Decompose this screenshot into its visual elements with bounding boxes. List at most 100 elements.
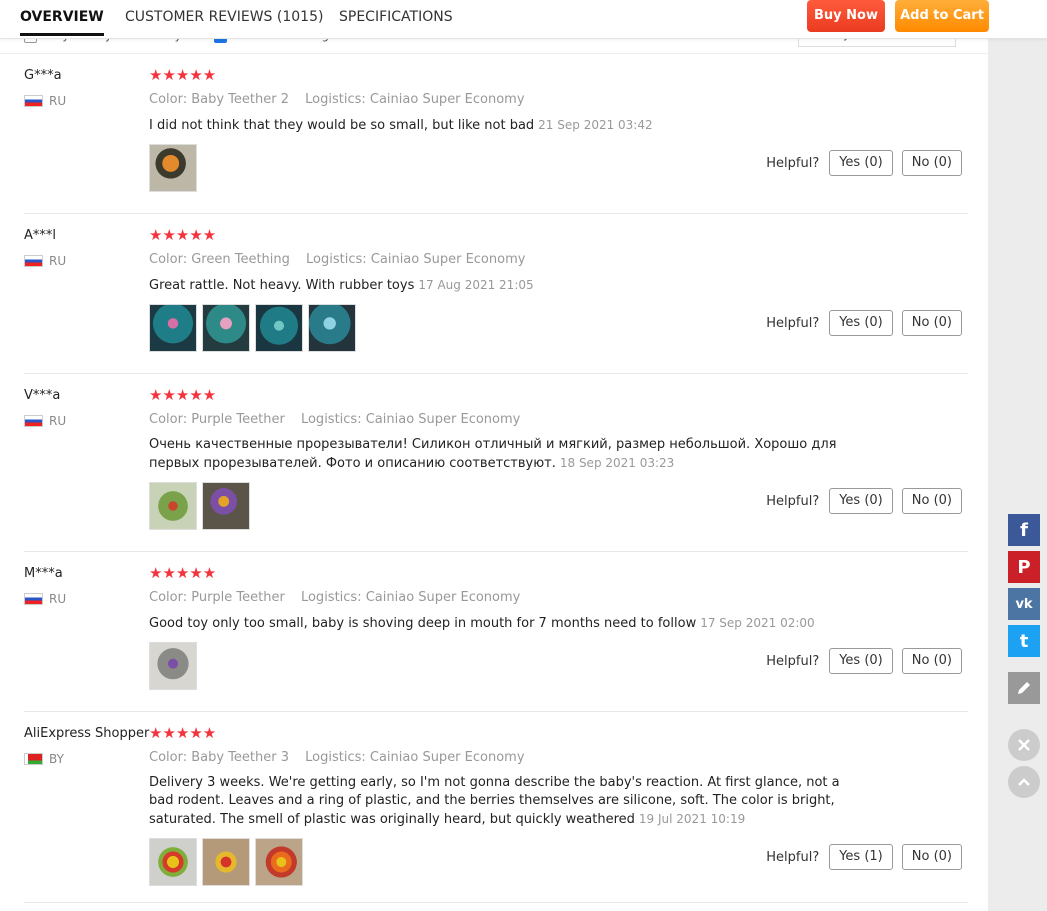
review-photos [149,838,303,886]
review-photo[interactable] [149,642,197,690]
review-photo[interactable] [255,838,303,886]
close-button[interactable] [1008,729,1040,761]
tab-overview[interactable]: OVERVIEW [20,0,104,36]
helpful-yes-button[interactable]: Yes (0) [829,488,893,514]
color-variant: Color: Baby Teether 3 [149,750,289,765]
country-code: RU [49,254,67,268]
helpful-yes-button[interactable]: Yes (0) [829,150,893,176]
country-code: BY [49,752,64,766]
star-rating: ★★★★★ [149,386,217,404]
review-text: I did not think that they would be so sm… [149,116,849,135]
review-body: Great rattle. Not heavy. With rubber toy… [149,278,415,293]
feedback-button[interactable] [1008,672,1040,704]
pinterest-share-button[interactable]: P [1008,551,1040,583]
helpful-label: Helpful? [766,155,820,171]
review-photo[interactable] [202,304,250,352]
star-rating: ★★★★★ [149,66,217,84]
color-variant: Color: Green Teething [149,252,290,267]
helpful-yes-button[interactable]: Yes (0) [829,310,893,336]
review-text: Good toy only too small, baby is shoving… [149,614,849,633]
facebook-icon: f [1020,519,1028,541]
logistics: Logistics: Cainiao Super Economy [306,252,526,267]
reviewer-country: BY [24,752,64,766]
reviews-panel: Only from your country Translate to Engl… [0,0,988,911]
review-body: Очень качественные прорезыватели! Силико… [149,437,837,471]
product-nav-bar: OVERVIEW CUSTOMER REVIEWS (1015) SPECIFI… [0,0,1047,39]
review-item: M***a RU ★★★★★ Color: Purple Teether Log… [24,552,968,712]
tab-specifications[interactable]: SPECIFICATIONS [339,0,453,36]
helpful-label: Helpful? [766,653,820,669]
review-photos [149,144,197,192]
color-variant: Color: Baby Teether 2 [149,92,289,107]
review-photos [149,482,250,530]
helpful-no-button[interactable]: No (0) [901,844,962,870]
review-item: A***l RU ★★★★★ Color: Green Teething Log… [24,214,968,374]
country-code: RU [49,592,67,606]
logistics: Logistics: Cainiao Super Economy [305,92,525,107]
helpful-yes-button[interactable]: Yes (0) [829,648,893,674]
reviewer-country: RU [24,254,66,268]
review-photo[interactable] [149,838,197,886]
country-code: RU [49,414,67,428]
review-item: G***a RU ★★★★★ Color: Baby Teether 2 Log… [24,54,968,214]
helpful-label: Helpful? [766,849,820,865]
review-text: Delivery 3 weeks. We're getting early, s… [149,774,849,829]
helpful-no-button[interactable]: No (0) [901,488,962,514]
helpful-yes-button[interactable]: Yes (1) [829,844,893,870]
review-meta: Color: Purple Teether Logistics: Cainiao… [149,412,520,427]
review-date: 21 Sep 2021 03:42 [538,118,653,132]
twitter-icon: t [1019,630,1029,652]
reviewer-name: G***a [24,68,62,83]
logistics: Logistics: Cainiao Super Economy [300,412,521,427]
color-variant: Color: Purple Teether [149,412,285,427]
buy-now-button[interactable]: Buy Now [807,0,885,32]
review-photo[interactable] [202,838,250,886]
star-rating: ★★★★★ [149,226,217,244]
color-variant: Color: Purple Teether [149,590,285,605]
helpful-no-button[interactable]: No (0) [901,310,962,336]
country-code: RU [49,94,67,108]
review-photo[interactable] [149,144,197,192]
review-photo[interactable] [255,304,303,352]
star-rating: ★★★★★ [149,724,217,742]
review-text: Очень качественные прорезыватели! Силико… [149,436,849,473]
logistics: Logistics: Cainiao Super Economy [305,750,525,765]
review-text: Great rattle. Not heavy. With rubber toy… [149,276,849,295]
tab-customer-reviews[interactable]: CUSTOMER REVIEWS (1015) [125,0,323,36]
review-meta: Color: Baby Teether 3 Logistics: Cainiao… [149,750,525,765]
ru-flag-icon [24,593,43,605]
review-meta: Color: Green Teething Logistics: Cainiao… [149,252,525,267]
facebook-share-button[interactable]: f [1008,514,1040,546]
reviewer-name: M***a [24,566,63,581]
ru-flag-icon [24,415,43,427]
review-body: I did not think that they would be so sm… [149,118,535,133]
review-date: 18 Sep 2021 03:23 [559,456,675,470]
review-meta: Color: Purple Teether Logistics: Cainiao… [149,590,520,605]
review-body: Good toy only too small, baby is shoving… [149,616,697,631]
back-to-top-button[interactable] [1008,766,1040,798]
review-date: 17 Sep 2021 02:00 [700,616,815,630]
review-photo[interactable] [149,482,197,530]
chevron-up-icon [1018,778,1030,786]
reviewer-country: RU [24,592,66,606]
add-to-cart-button[interactable]: Add to Cart [895,0,989,32]
review-photo[interactable] [149,304,197,352]
review-meta: Color: Baby Teether 2 Logistics: Cainiao… [149,92,525,107]
helpful-no-button[interactable]: No (0) [901,648,962,674]
helpful-vote: Helpful? Yes (1) No (0) [766,844,962,870]
helpful-vote: Helpful? Yes (0) No (0) [766,488,962,514]
helpful-vote: Helpful? Yes (0) No (0) [766,648,962,674]
reviewer-country: RU [24,94,66,108]
review-item: V***a RU ★★★★★ Color: Purple Teether Log… [24,374,968,552]
helpful-label: Helpful? [766,315,820,331]
reviewer-country: RU [24,414,66,428]
review-photo[interactable] [202,482,250,530]
pencil-icon [1018,682,1030,694]
reviewer-name: A***l [24,228,57,243]
helpful-vote: Helpful? Yes (0) No (0) [766,310,962,336]
helpful-no-button[interactable]: No (0) [901,150,962,176]
twitter-share-button[interactable]: t [1008,625,1040,657]
star-rating: ★★★★★ [149,564,217,582]
vk-share-button[interactable]: vk [1008,588,1040,620]
review-photo[interactable] [308,304,356,352]
